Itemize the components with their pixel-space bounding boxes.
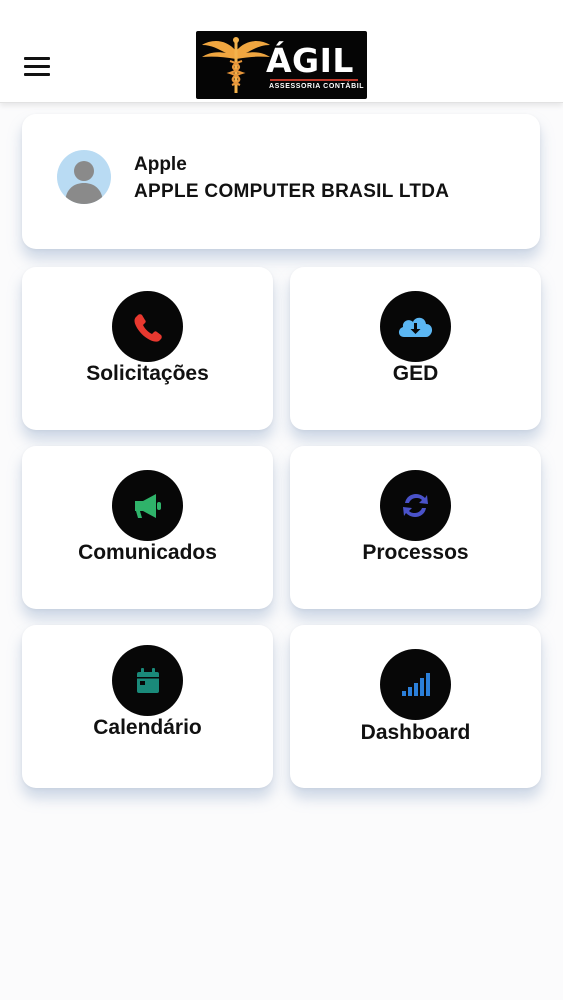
tile-label: Calendário — [93, 716, 202, 739]
app-header: ÁGIL ASSESSORIA CONTÁBIL — [0, 0, 563, 103]
tile-dashboard[interactable]: Dashboard — [290, 625, 541, 788]
phone-icon — [112, 291, 183, 362]
profile-name: Apple — [134, 154, 187, 175]
profile-card[interactable]: Apple APPLE COMPUTER BRASIL LTDA — [22, 114, 540, 249]
tile-calendario[interactable]: Calendário — [22, 625, 273, 788]
tile-processos[interactable]: Processos — [290, 446, 541, 609]
tile-label: Processos — [362, 541, 469, 564]
hamburger-menu-icon[interactable] — [24, 53, 52, 77]
tile-solicitacoes[interactable]: Solicitações — [22, 267, 273, 430]
tile-label: Solicitações — [86, 362, 209, 385]
megaphone-icon — [112, 470, 183, 541]
agil-logo: ÁGIL ASSESSORIA CONTÁBIL — [196, 31, 367, 99]
signal-bars-icon — [380, 649, 451, 720]
profile-company: APPLE COMPUTER BRASIL LTDA — [134, 181, 450, 202]
tile-ged[interactable]: GED — [290, 267, 541, 430]
tile-comunicados[interactable]: Comunicados — [22, 446, 273, 609]
sync-icon — [380, 470, 451, 541]
logo-divider — [270, 79, 358, 81]
logo-title: ÁGIL — [266, 41, 354, 80]
calendar-icon — [112, 645, 183, 716]
tile-label: GED — [392, 362, 439, 385]
tile-label: Comunicados — [78, 541, 217, 564]
logo-subtitle: ASSESSORIA CONTÁBIL — [269, 83, 365, 90]
cloud-download-icon — [380, 291, 451, 362]
tile-label: Dashboard — [360, 721, 471, 744]
user-avatar-icon — [57, 150, 111, 204]
